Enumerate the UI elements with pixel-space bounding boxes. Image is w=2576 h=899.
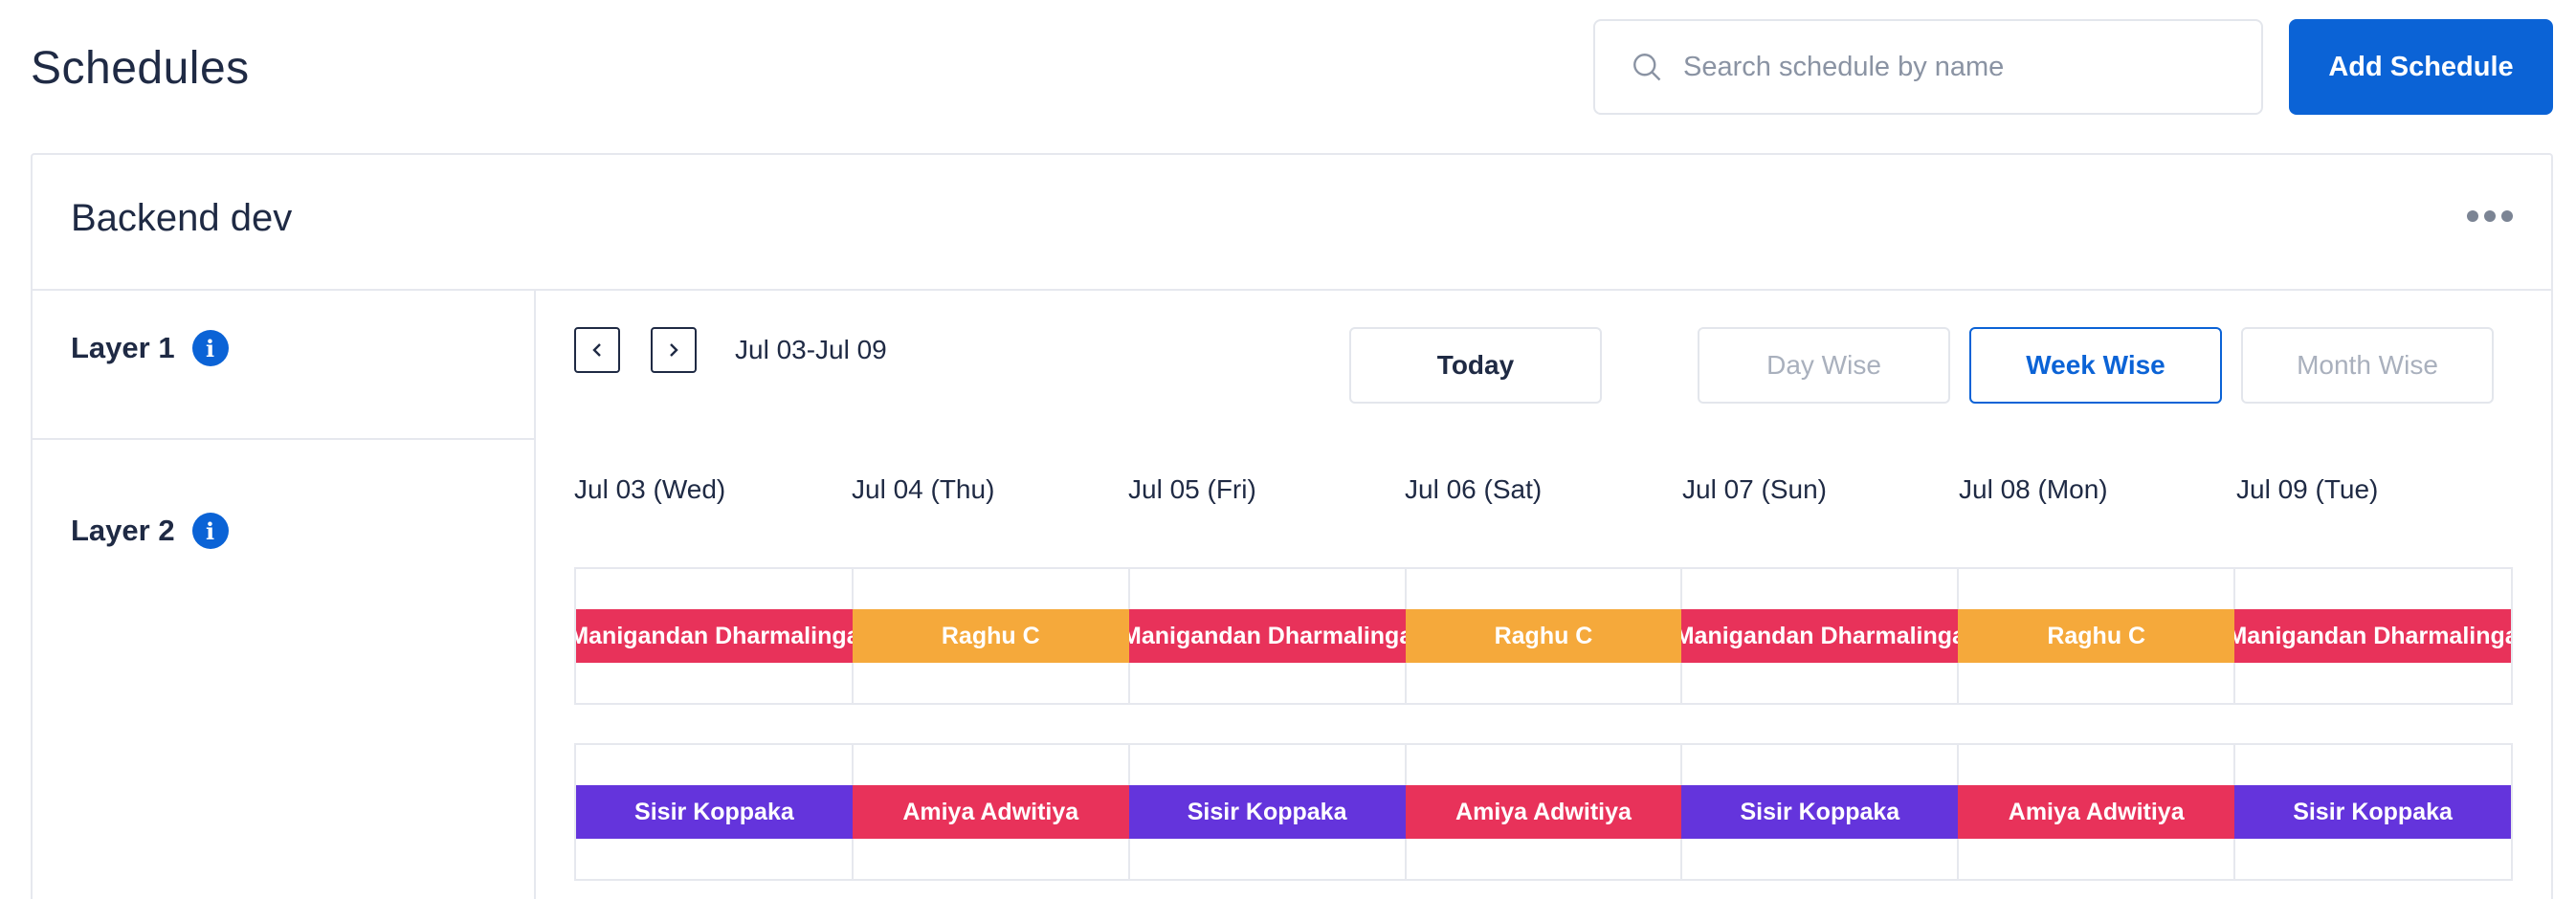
day-header: Jul 06 (Sat) [1405, 474, 1543, 504]
shift-bar[interactable]: Raghu C [852, 609, 1129, 663]
today-button[interactable]: Today [1349, 327, 1602, 404]
layer-1-timeline: Manigandan Dharmalinga Raghu C Manigandan … [574, 567, 2513, 705]
more-options-icon[interactable] [2467, 210, 2513, 222]
chevron-left-icon [592, 343, 601, 357]
day-header: Jul 05 (Fri) [1128, 474, 1256, 504]
chevron-right-icon [670, 343, 678, 357]
shift-bar[interactable]: Manigandan Dharmalinga [1128, 609, 1406, 663]
day-header: Jul 08 (Mon) [1959, 474, 2108, 504]
shift-bar[interactable]: Manigandan Dharmalinga [576, 609, 853, 663]
shift-bar[interactable]: Manigandan Dharmalinga [2234, 609, 2511, 663]
shift-bar[interactable]: Amiya Adwitiya [1958, 785, 2235, 839]
previous-week-button[interactable] [574, 327, 620, 373]
shift-bar[interactable]: Amiya Adwitiya [852, 785, 1129, 839]
add-schedule-button[interactable]: Add Schedule [2289, 19, 2553, 115]
info-icon[interactable]: i [191, 513, 229, 549]
shift-bar[interactable]: Raghu C [1958, 609, 2235, 663]
layer-row-2: Layer 2 i [33, 440, 536, 622]
layer-2-timeline: Sisir Koppaka Amiya Adwitiya Sisir Koppaka… [574, 743, 2513, 881]
shift-bar[interactable]: Sisir Koppaka [1681, 785, 1959, 839]
day-header: Jul 07 (Sun) [1682, 474, 1827, 504]
shift-bar[interactable]: Sisir Koppaka [1128, 785, 1406, 839]
layer-label: Layer 2 [71, 514, 175, 547]
search-icon [1633, 54, 1661, 81]
date-range-label: Jul 03-Jul 09 [735, 335, 887, 364]
shift-bar[interactable]: Sisir Koppaka [576, 785, 853, 839]
layer-row-1: Layer 1 i [33, 258, 536, 440]
layer-label: Layer 1 [71, 331, 175, 364]
shift-bar[interactable]: Amiya Adwitiya [1405, 785, 1682, 839]
day-wise-button[interactable]: Day Wise [1698, 327, 1950, 404]
shift-bar[interactable]: Sisir Koppaka [2234, 785, 2511, 839]
day-header: Jul 03 (Wed) [574, 474, 726, 504]
search-box[interactable] [1593, 19, 2263, 115]
search-input[interactable] [1683, 51, 2219, 83]
day-header: Jul 09 (Tue) [2236, 474, 2379, 504]
week-wise-button[interactable]: Week Wise [1969, 327, 2222, 404]
shift-bar[interactable]: Manigandan Dharmalinga [1681, 609, 1959, 663]
page-title: Schedules [31, 43, 250, 94]
next-week-button[interactable] [651, 327, 697, 373]
info-icon[interactable]: i [191, 330, 229, 366]
shift-bar[interactable]: Raghu C [1405, 609, 1682, 663]
month-wise-button[interactable]: Month Wise [2241, 327, 2494, 404]
schedule-name: Backend dev [71, 197, 293, 239]
day-header: Jul 04 (Thu) [852, 474, 995, 504]
